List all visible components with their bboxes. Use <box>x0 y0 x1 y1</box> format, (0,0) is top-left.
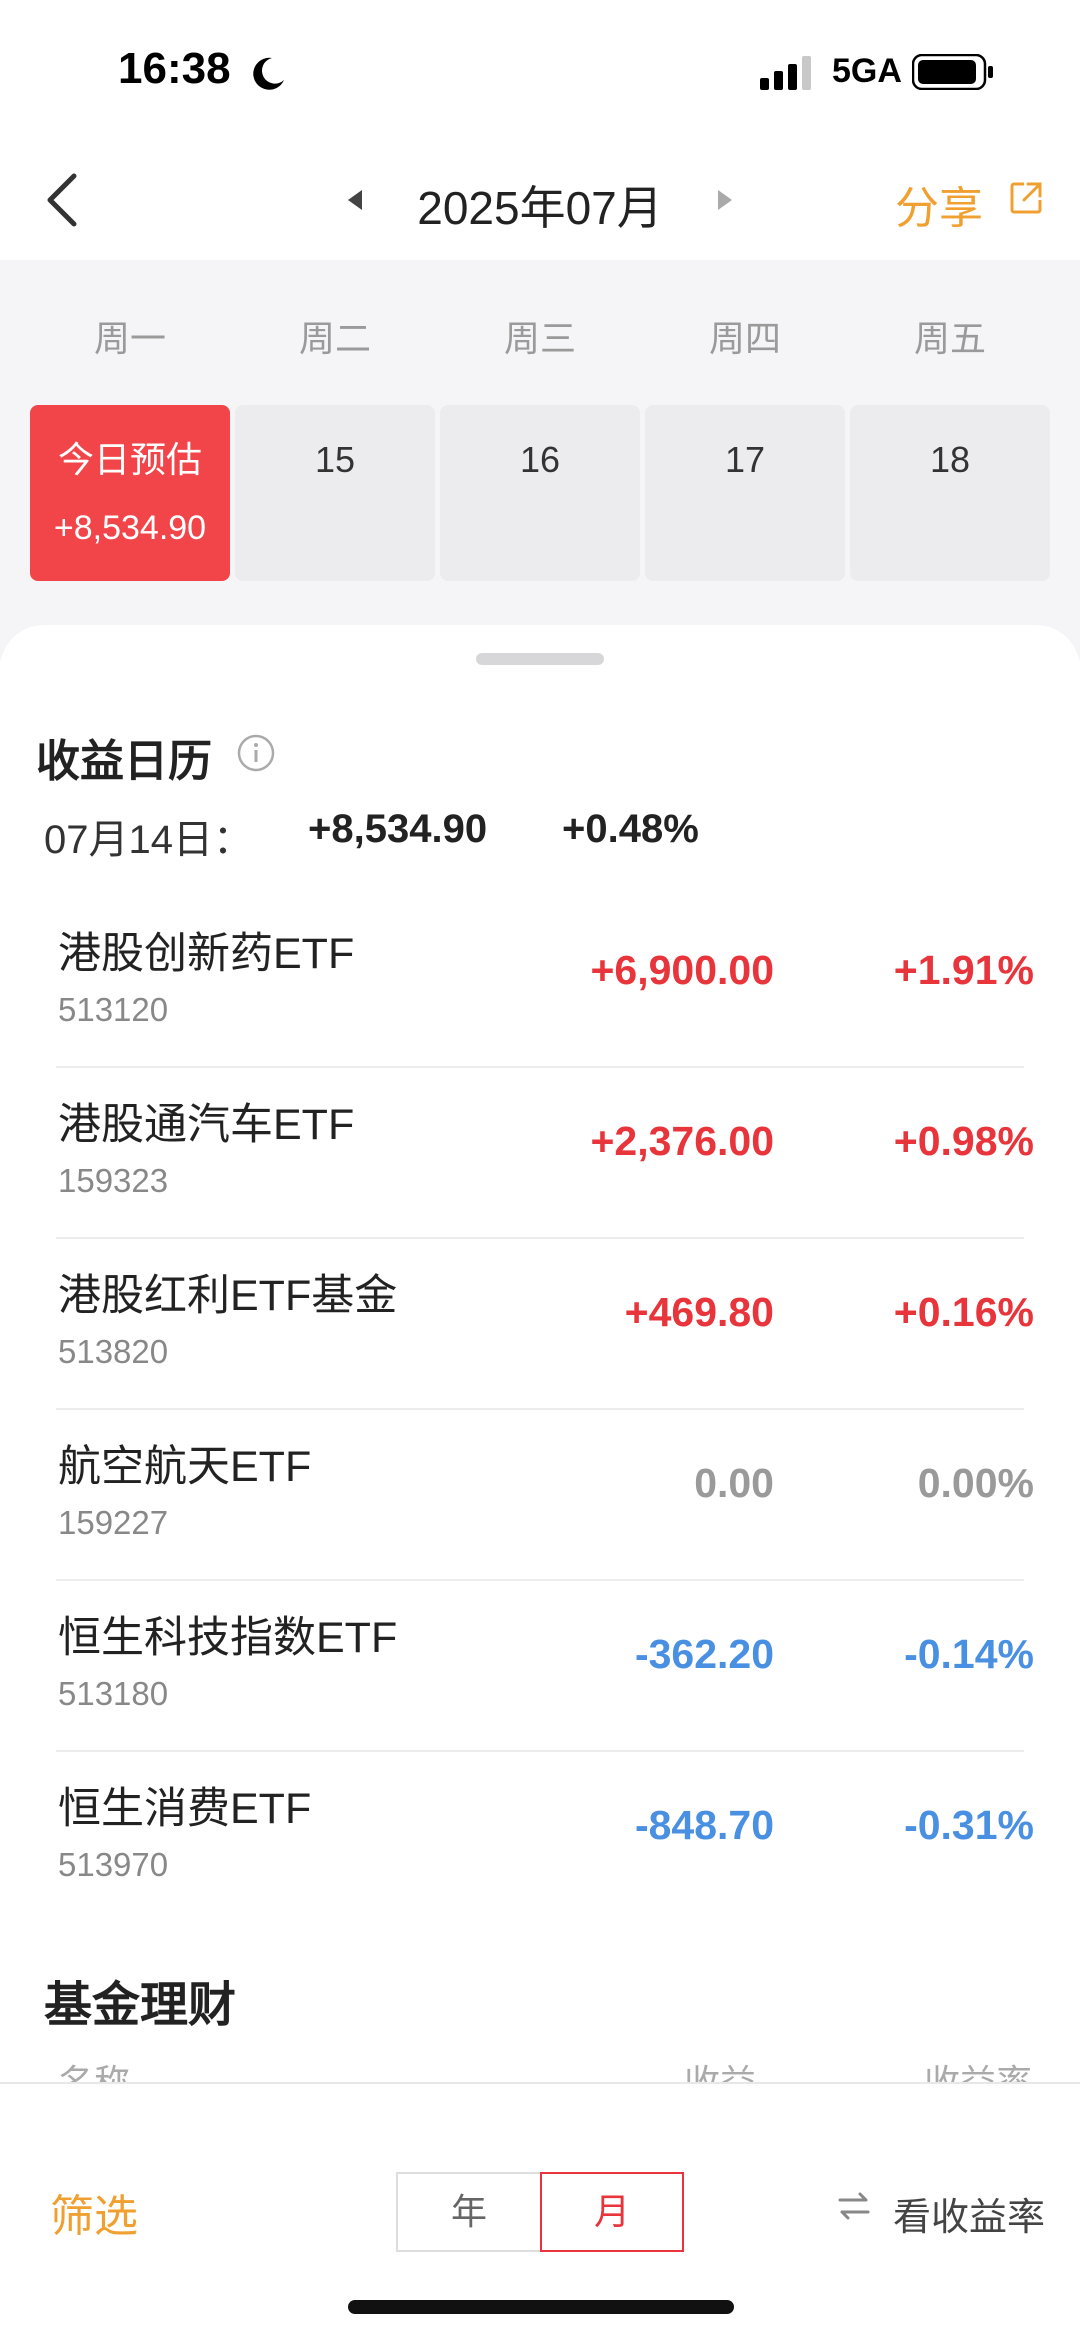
fund-row[interactable]: 恒生消费ETF 513970 -848.70 -0.31% <box>56 1752 1034 1923</box>
period-segmented-control: 年 月 <box>396 2172 684 2252</box>
status-bar: 16:38 5GA <box>0 0 1080 150</box>
network-type: 5GA <box>832 52 902 90</box>
fund-name: 恒生消费ETF <box>58 1785 312 1833</box>
day-number: 16 <box>519 439 561 480</box>
battery-icon <box>912 54 993 90</box>
weekday-label: 周二 <box>298 318 371 359</box>
fund-value: +6,900.00 <box>590 947 774 993</box>
day-number: 17 <box>724 439 766 480</box>
section-title: 收益日历 <box>36 737 212 786</box>
day-number: 15 <box>314 439 356 480</box>
fund-row[interactable]: 港股通汽车ETF 159323 +2,376.00 +0.98% <box>56 1068 1034 1239</box>
fund-value: -848.70 <box>634 1802 774 1848</box>
segment-month[interactable]: 月 <box>540 2172 684 2252</box>
fund-section-title: 基金理财 <box>44 1979 237 2032</box>
earnings-sheet: 收益日历 07月14日： +8,534.90 +0.48% 港股创新药ETF 5… <box>0 625 1080 2075</box>
weekday-label: 周三 <box>503 318 576 359</box>
external-link-icon[interactable] <box>1008 180 1044 216</box>
fund-row[interactable]: 恒生科技指数ETF 513180 -362.20 -0.14% <box>56 1581 1034 1752</box>
table-header-rate: 收益率 <box>924 2054 1032 2082</box>
fund-name: 恒生科技指数ETF <box>58 1614 398 1662</box>
weekday-label: 周五 <box>913 318 986 359</box>
fund-name: 港股通汽车ETF <box>58 1101 355 1149</box>
summary-total-pct: +0.48% <box>562 807 699 851</box>
fund-code: 513120 <box>58 991 169 1028</box>
fund-value: -362.20 <box>634 1631 774 1677</box>
day-cell[interactable]: 16 <box>440 405 640 581</box>
fund-name: 港股红利ETF基金 <box>58 1272 398 1320</box>
swap-icon[interactable] <box>836 2188 872 2224</box>
today-value: +8,534.90 <box>53 509 207 547</box>
fund-pct: -0.31% <box>904 1802 1034 1848</box>
nav-bar: 2025年07月 分享 <box>0 150 1080 260</box>
fund-code: 159323 <box>58 1162 169 1199</box>
home-indicator[interactable] <box>348 2300 734 2314</box>
filter-button[interactable]: 筛选 <box>50 2180 138 2244</box>
table-header-name: 名称 <box>58 2054 130 2082</box>
fund-code: 513970 <box>58 1846 169 1883</box>
fund-pct: +1.91% <box>893 947 1034 993</box>
fund-value: +469.80 <box>624 1289 774 1335</box>
signal-icon <box>760 56 811 90</box>
page: 16:38 5GA 2025年07月 分享 周一 周二 周三 周四 周五 今日预… <box>0 0 1080 2339</box>
sheet-handle[interactable] <box>476 653 604 665</box>
fund-pct: +0.16% <box>893 1289 1034 1335</box>
fund-name: 港股创新药ETF <box>58 930 355 978</box>
status-time: 16:38 <box>118 44 231 93</box>
day-cell[interactable]: 18 <box>850 405 1050 581</box>
day-cell-today[interactable]: 今日预估 +8,534.90 <box>30 405 230 581</box>
view-rate-button[interactable]: 看收益率 <box>893 2186 1045 2241</box>
table-header: 名称 收益 收益率 <box>0 2052 1080 2082</box>
fund-code: 513180 <box>58 1675 169 1712</box>
segment-year[interactable]: 年 <box>396 2172 540 2252</box>
fund-code: 159227 <box>58 1504 169 1541</box>
day-number: 18 <box>929 439 971 480</box>
info-icon[interactable] <box>236 733 276 773</box>
week-calendar: 周一 周二 周三 周四 周五 今日预估 +8,534.90 15 16 17 1… <box>0 260 1080 660</box>
table-header-earnings: 收益 <box>684 2054 756 2082</box>
weekday-label: 周一 <box>93 318 166 359</box>
weekday-label: 周四 <box>708 318 781 359</box>
fund-pct: +0.98% <box>893 1118 1034 1164</box>
share-button[interactable]: 分享 <box>895 172 983 236</box>
fund-code: 513820 <box>58 1333 169 1370</box>
today-label: 今日预估 <box>57 439 202 480</box>
fund-value: +2,376.00 <box>590 1118 774 1164</box>
fund-pct: 0.00% <box>917 1460 1034 1506</box>
summary-date: 07月14日： <box>44 818 253 862</box>
fund-row[interactable]: 港股创新药ETF 513120 +6,900.00 +1.91% <box>56 897 1034 1068</box>
day-cell[interactable]: 17 <box>645 405 845 581</box>
moon-icon <box>253 57 284 90</box>
fund-row[interactable]: 航空航天ETF 159227 0.00 0.00% <box>56 1410 1034 1581</box>
day-cell[interactable]: 15 <box>235 405 435 581</box>
summary-total-value: +8,534.90 <box>308 807 488 851</box>
prev-month-icon[interactable] <box>346 188 364 212</box>
fund-row[interactable]: 港股红利ETF基金 513820 +469.80 +0.16% <box>56 1239 1034 1410</box>
back-icon[interactable] <box>40 168 84 232</box>
fund-value: 0.00 <box>694 1460 774 1506</box>
fund-name: 航空航天ETF <box>58 1443 312 1491</box>
next-month-icon[interactable] <box>716 188 734 212</box>
fund-pct: -0.14% <box>904 1631 1034 1677</box>
month-title: 2025年07月 <box>417 182 663 234</box>
